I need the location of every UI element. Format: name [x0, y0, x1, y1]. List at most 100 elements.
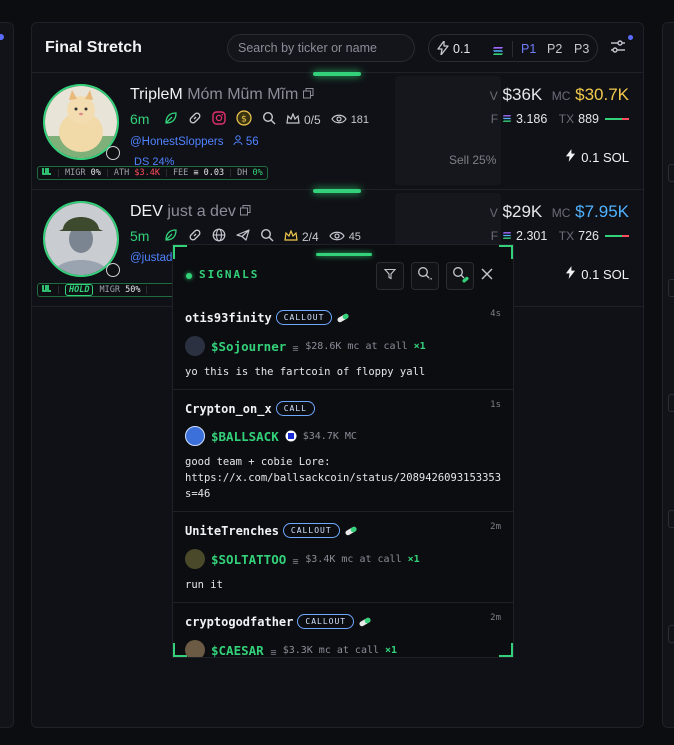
signal-time: 2m — [490, 613, 501, 623]
search-quotes-button[interactable]: ” — [411, 262, 439, 290]
followers-count: 56 — [245, 136, 259, 148]
signal-badge: CALLOUT — [275, 310, 333, 325]
token-row[interactable]: TripleM Móm Mũm Mĩm 6m $ 0/5 181 @Honest… — [32, 72, 643, 190]
sell-button[interactable]: Sell 25% — [395, 76, 501, 185]
token-stats-bar: MIGR 0% ATH $3.4K FEE ≡ 0.03 DH 0% — [37, 166, 268, 180]
lightning-icon — [437, 40, 449, 60]
copy-icon[interactable] — [240, 203, 251, 220]
token-name[interactable]: DEV just a dev — [130, 203, 251, 221]
signal-ticker[interactable]: $SOLTATTOO — [211, 552, 286, 567]
dh-stat: DH 0% — [237, 168, 263, 178]
notification-dot — [628, 35, 633, 40]
copy-icon[interactable] — [302, 86, 314, 103]
signal-token[interactable]: $BALLSACK $34.7K MC — [185, 426, 501, 446]
token-full-name: just a dev — [167, 203, 236, 220]
preset-p2[interactable]: P2 — [547, 42, 562, 56]
divider — [165, 169, 167, 177]
pill-icon — [358, 612, 372, 631]
token-thumbnail — [185, 336, 205, 356]
quick-buy-button[interactable]: 0.1 SOL — [565, 266, 629, 282]
signal-item[interactable]: otis93finity CALLOUT 4s $Sojourner $28.6K… — [173, 299, 513, 390]
right-column-marker — [668, 510, 674, 528]
partial-text: DS 24% — [134, 156, 175, 165]
leaf-icon[interactable] — [164, 111, 178, 130]
signal-multiplier: ×1 — [413, 340, 426, 352]
signal-user[interactable]: Crypton_on_x — [185, 402, 272, 416]
preset-p1[interactable]: P1 — [521, 42, 536, 56]
pump-icon — [42, 167, 52, 179]
holders-stat: 2/4 — [284, 228, 319, 245]
twitter-handle[interactable]: @justadev — [130, 252, 174, 264]
signal-token[interactable]: $Sojourner $28.6K mc at call ×1 — [185, 336, 501, 356]
buy-sell-ratio-bar — [605, 235, 629, 237]
search-pill-button[interactable] — [446, 262, 474, 290]
solana-icon — [270, 641, 277, 658]
right-column-marker — [668, 394, 674, 412]
tx-value: 726 — [578, 229, 599, 243]
views-stat: 181 — [330, 113, 370, 128]
user-icon — [233, 135, 243, 148]
token-thumbnail — [185, 640, 205, 657]
token-age: 6m — [130, 111, 150, 127]
filter-button[interactable] — [376, 262, 404, 290]
preset-p3[interactable]: P3 — [574, 42, 589, 56]
signal-user[interactable]: otis93finity — [185, 311, 272, 325]
row-highlight-tab — [313, 72, 361, 76]
live-dot — [186, 273, 192, 279]
handle-text: @justadev — [130, 252, 174, 264]
token-thumbnail — [185, 426, 205, 446]
hold-badge: HOLD — [65, 284, 94, 296]
signal-token[interactable]: $SOLTATTOO $3.4K mc at call ×1 — [185, 549, 501, 569]
signal-item[interactable]: Crypton_on_x CALL 1s $BALLSACK $34.7K MC … — [173, 390, 513, 512]
signal-user[interactable]: UniteTrenches — [185, 524, 279, 538]
close-icon[interactable] — [481, 267, 493, 285]
sell-label: Sell 25% — [449, 153, 497, 167]
quick-buy-button[interactable]: 0.1 SOL — [565, 149, 629, 165]
divider — [106, 169, 108, 177]
row-highlight-tab — [313, 189, 361, 193]
signal-ticker[interactable]: $BALLSACK — [211, 429, 279, 444]
signal-mc: $3.4K mc at call — [305, 553, 402, 565]
signals-popover: SIGNALS ” otis93finity CALLOUT 4s $Sojour… — [172, 244, 514, 658]
instagram-icon[interactable] — [212, 110, 226, 130]
quick-buy-amount[interactable]: 0.1 — [453, 42, 470, 56]
tx-value: 889 — [578, 112, 599, 126]
twitter-handle[interactable]: @HonestSloppers 56 — [130, 135, 259, 148]
pill-icon — [336, 308, 350, 327]
signal-ticker[interactable]: $Sojourner — [211, 339, 286, 354]
signal-multiplier: ×1 — [385, 644, 398, 656]
signal-multiplier: ×1 — [407, 553, 420, 565]
migr-stat: MIGR 50% — [99, 285, 141, 295]
pill-icon — [344, 521, 358, 540]
signal-item[interactable]: UniteTrenches CALLOUT 2m $SOLTATTOO $3.4K… — [173, 512, 513, 603]
search-icon[interactable] — [262, 111, 276, 130]
volume-mc-stat: V $29K MC $7.95K — [489, 202, 629, 221]
signal-user[interactable]: cryptogodfather — [185, 615, 293, 629]
signal-token[interactable]: $CAESAR $3.3K mc at call ×1 — [185, 640, 501, 658]
svg-text:$: $ — [241, 114, 247, 124]
drag-handle[interactable] — [316, 253, 372, 256]
signals-feed: otis93finity CALLOUT 4s $Sojourner $28.6K… — [173, 299, 513, 658]
views-count: 181 — [350, 114, 370, 126]
coin-icon[interactable]: $ — [236, 109, 252, 131]
solana-icon — [502, 229, 512, 243]
signal-ticker[interactable]: $CAESAR — [211, 643, 264, 658]
divider — [58, 286, 59, 294]
corner-bracket — [499, 245, 513, 259]
market-cap-value: $30.7K — [575, 85, 629, 104]
pump-icon — [42, 284, 52, 296]
solana-icon — [502, 112, 512, 126]
fees-tx-stat: F 3.186 TX 889 — [491, 112, 629, 126]
signal-item[interactable]: cryptogodfather CALLOUT 2m $CAESAR $3.3K … — [173, 603, 513, 658]
settings-sliders-icon[interactable] — [610, 39, 626, 60]
lightning-icon — [565, 266, 576, 282]
search-input[interactable] — [227, 34, 415, 62]
handle-text: @HonestSloppers — [130, 136, 224, 148]
right-column-edge — [662, 22, 674, 728]
left-column-edge — [0, 22, 14, 728]
svg-text:”: ” — [429, 277, 433, 283]
fees-value: 3.186 — [516, 112, 548, 126]
ath-stat: ATH $3.4K — [113, 168, 160, 178]
token-name[interactable]: TripleM Móm Mũm Mĩm — [130, 86, 314, 104]
link-icon[interactable] — [188, 111, 202, 130]
